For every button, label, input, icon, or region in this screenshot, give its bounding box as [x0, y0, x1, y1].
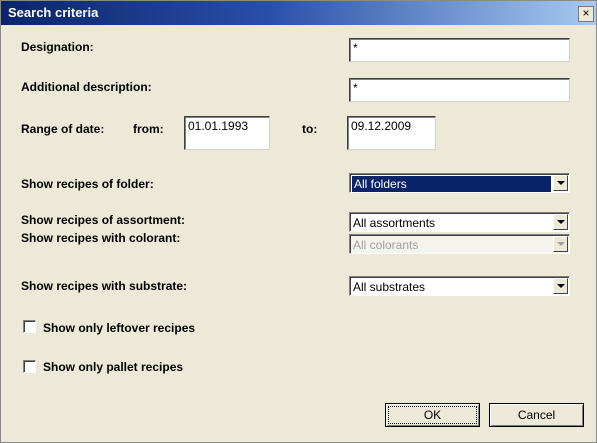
chevron-down-icon[interactable]	[553, 175, 568, 191]
pallet-checkbox-label: Show only pallet recipes	[43, 360, 184, 374]
date-to-label: to:	[302, 122, 318, 136]
substrate-label: Show recipes with substrate:	[21, 279, 188, 293]
chevron-down-icon[interactable]	[553, 278, 568, 294]
leftover-checkbox[interactable]	[23, 320, 36, 333]
assortment-label: Show recipes of assortment:	[21, 213, 186, 227]
folder-select[interactable]: All folders	[349, 173, 570, 193]
search-criteria-dialog: Search criteria × Designation: * Additio…	[0, 0, 597, 443]
designation-input[interactable]: *	[349, 38, 570, 62]
date-from-input[interactable]: 01.01.1993	[184, 116, 270, 150]
date-from-label: from:	[133, 122, 164, 136]
range-of-date-label: Range of date:	[21, 122, 105, 136]
designation-label: Designation:	[21, 40, 94, 54]
chevron-down-icon	[553, 236, 568, 252]
colorant-label: Show recipes with colorant:	[21, 231, 181, 245]
substrate-select-value: All substrates	[353, 280, 426, 294]
date-to-input[interactable]: 09.12.2009	[347, 116, 436, 150]
dialog-title: Search criteria	[8, 5, 99, 20]
chevron-down-icon[interactable]	[553, 214, 568, 230]
assortment-select[interactable]: All assortments	[349, 212, 570, 232]
cancel-button[interactable]: Cancel	[489, 403, 584, 427]
additional-description-label: Additional description:	[21, 80, 152, 94]
title-bar: Search criteria ×	[1, 1, 596, 25]
leftover-checkbox-label: Show only leftover recipes	[43, 321, 196, 335]
ok-button[interactable]: OK	[385, 403, 480, 427]
folder-select-value: All folders	[352, 176, 551, 192]
substrate-select[interactable]: All substrates	[349, 276, 570, 296]
additional-description-input[interactable]: *	[349, 78, 570, 102]
close-icon[interactable]: ×	[578, 6, 594, 22]
pallet-checkbox[interactable]	[23, 360, 36, 373]
assortment-select-value: All assortments	[353, 216, 436, 230]
colorant-select: All colorants	[349, 234, 570, 254]
colorant-select-value: All colorants	[353, 238, 419, 252]
folder-label: Show recipes of folder:	[21, 177, 154, 191]
